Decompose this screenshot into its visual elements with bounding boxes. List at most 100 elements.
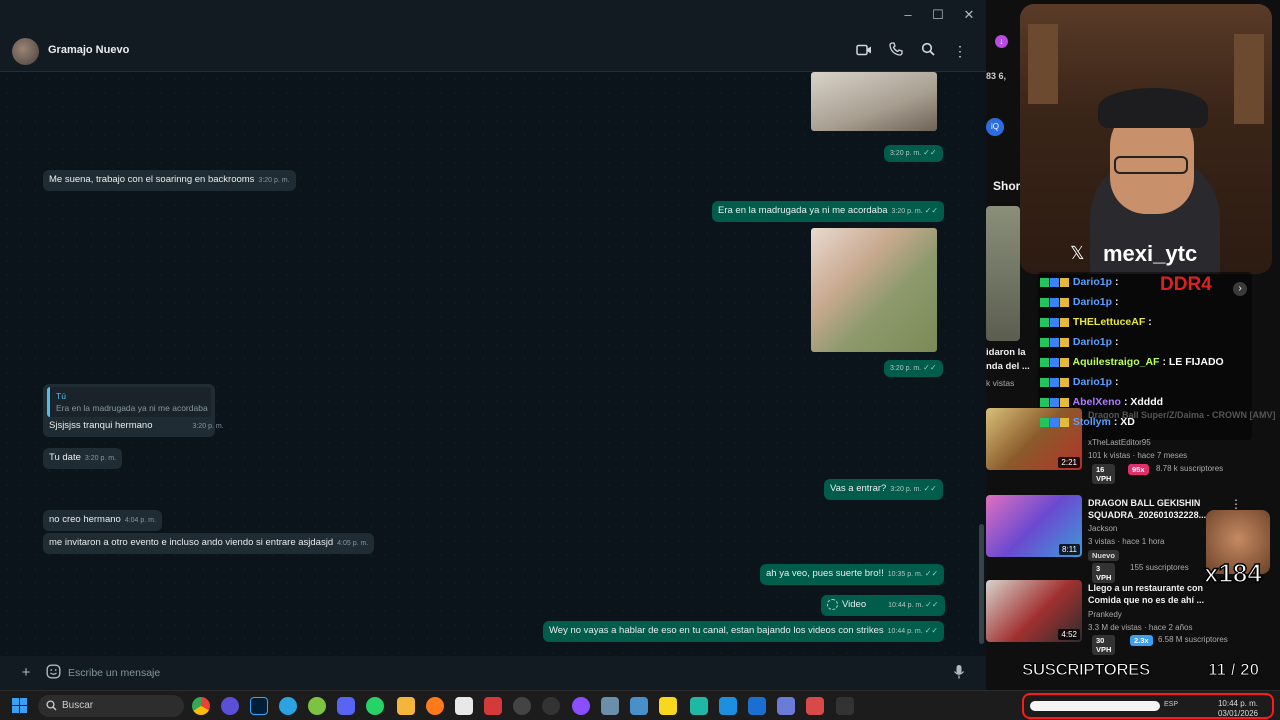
- video-channel[interactable]: Prankedy: [1088, 610, 1122, 619]
- download-icon[interactable]: ↓: [986, 30, 1020, 54]
- stream-chat-line: AbelXeno: Xdddd: [1040, 396, 1163, 408]
- message-list[interactable]: 3:20 p. m. ✓✓ Me suena, trabajo con el so…: [0, 72, 986, 656]
- video-meta: 3.3 M de vistas · hace 2 años: [1088, 623, 1193, 632]
- iq-extension-icon[interactable]: iQ: [986, 118, 1004, 136]
- message-out[interactable]: Vas a entrar? 3:20 p. m. ✓✓: [824, 479, 943, 500]
- message-out[interactable]: Wey no vayas a hablar de eso en tu canal…: [543, 621, 945, 642]
- system-tray[interactable]: ESP 10:44 p. m. 03/01/2026: [1022, 693, 1274, 719]
- short-title[interactable]: idaron la nda del ...: [986, 346, 1030, 374]
- message-in[interactable]: Tu date 3:20 p. m.: [43, 448, 123, 469]
- app-icon[interactable]: [630, 697, 648, 715]
- read-ticks-icon: ✓✓: [923, 148, 937, 157]
- minimize-button[interactable]: –: [900, 7, 916, 23]
- vivaldi-icon[interactable]: [221, 697, 239, 715]
- menu-icon[interactable]: ⋮: [951, 42, 969, 60]
- app-icon[interactable]: [601, 697, 619, 715]
- message-in[interactable]: no creo hermano 4:04 p. m.: [43, 510, 162, 531]
- image-message[interactable]: [811, 228, 937, 352]
- obs-icon[interactable]: [513, 697, 531, 715]
- video-channel[interactable]: xTheLastEditor95: [1088, 438, 1151, 447]
- chat-header: Gramajo Nuevo ⋮: [0, 30, 986, 72]
- telegram-icon[interactable]: [279, 697, 297, 715]
- search-icon[interactable]: [919, 42, 937, 60]
- chrome-icon[interactable]: [192, 697, 210, 715]
- message-in[interactable]: Me suena, trabajo con el soarinng en bac…: [43, 170, 296, 191]
- tray-bar: [1030, 701, 1160, 711]
- title-bar: – ☐ ✕: [0, 0, 986, 30]
- video-title[interactable]: Llego a un restaurante con Comida que no…: [1088, 582, 1212, 606]
- video-message[interactable]: Video 10:44 p. m. ✓✓: [821, 595, 945, 617]
- chat-badges-icon: [1040, 276, 1073, 288]
- discord-icon[interactable]: [337, 697, 355, 715]
- chat-username: Dario1p: [1072, 276, 1113, 288]
- file-explorer-icon[interactable]: [397, 697, 415, 715]
- clock[interactable]: 10:44 p. m. 03/01/2026: [1218, 699, 1258, 719]
- app-icon[interactable]: [806, 697, 824, 715]
- browser-icon[interactable]: [426, 697, 444, 715]
- app-icon[interactable]: [719, 697, 737, 715]
- overlay-ddr4: DDR4: [1160, 274, 1212, 295]
- stream-chat-line: Stollym: XD: [1040, 416, 1135, 428]
- chat-username: AbelXeno: [1072, 396, 1121, 408]
- more-options-icon[interactable]: ⋮: [1230, 497, 1242, 511]
- video-title[interactable]: DRAGON BALL GEKISHIN SQUADRA_20260103222…: [1088, 497, 1208, 521]
- app-icon[interactable]: [690, 697, 708, 715]
- close-button[interactable]: ✕: [961, 7, 977, 23]
- microphone-icon[interactable]: [950, 664, 968, 682]
- webcam-overlay: [1020, 4, 1272, 274]
- video-thumbnail[interactable]: 8:11: [986, 495, 1082, 557]
- message-input[interactable]: [68, 664, 928, 682]
- steam-icon[interactable]: [542, 697, 560, 715]
- photoshop-icon[interactable]: [250, 697, 268, 715]
- chat-badges-icon: [1040, 336, 1073, 348]
- image-message[interactable]: [811, 72, 937, 131]
- whatsapp-icon[interactable]: [366, 697, 384, 715]
- short-thumbnail[interactable]: [986, 206, 1020, 341]
- contact-avatar[interactable]: [12, 38, 39, 65]
- search-icon: [46, 700, 57, 711]
- message-out[interactable]: ah ya veo, pues suerte bro!! 10:35 p. m. ✓…: [760, 564, 945, 585]
- glasses: [1114, 156, 1188, 174]
- voice-call-icon[interactable]: [887, 42, 905, 60]
- multiplier-overlay: x184: [1203, 557, 1262, 589]
- streamer-cap: [1098, 88, 1208, 128]
- taskbar-search[interactable]: Buscar: [38, 695, 184, 717]
- subscribers-label: SUSCRIPTORES: [1022, 660, 1151, 680]
- chat-message: : XD: [1113, 416, 1135, 428]
- capcut-icon[interactable]: [455, 697, 473, 715]
- contact-name[interactable]: Gramajo Nuevo: [48, 44, 129, 56]
- sticky-notes-icon[interactable]: [659, 697, 677, 715]
- reply-message[interactable]: Tú Era en la madrugada ya ni me acordaba…: [43, 384, 224, 437]
- app-icon[interactable]: [484, 697, 502, 715]
- chat-badges-icon: [1040, 416, 1073, 428]
- sticker-icon[interactable]: [44, 664, 62, 682]
- start-button[interactable]: [12, 698, 28, 714]
- maximize-button[interactable]: ☐: [930, 7, 946, 23]
- video-thumbnail[interactable]: 4:52: [986, 580, 1082, 642]
- app-icon[interactable]: [748, 697, 766, 715]
- attach-plus-icon[interactable]: +: [17, 664, 35, 682]
- language-indicator[interactable]: ESP: [1164, 701, 1178, 708]
- chat-username: THELettuceAF: [1072, 316, 1146, 328]
- search-label: Buscar: [62, 700, 94, 711]
- quoted-message[interactable]: Tú Era en la madrugada ya ni me acordaba: [47, 387, 211, 417]
- read-ticks-icon: ✓✓: [924, 626, 939, 635]
- app-icon[interactable]: [777, 697, 795, 715]
- app-icon[interactable]: [572, 697, 590, 715]
- chat-message: : LE FIJADO: [1162, 356, 1224, 368]
- quote-text: Era en la madrugada ya ni me acordaba: [56, 403, 208, 413]
- xbox-icon[interactable]: [308, 697, 326, 715]
- read-ticks-icon: ✓✓: [925, 600, 939, 610]
- video-call-icon[interactable]: [855, 42, 873, 60]
- chevron-right-icon[interactable]: ›: [1233, 282, 1247, 296]
- message-in[interactable]: me invitaron a otro evento e incluso and…: [43, 533, 375, 554]
- app-icon[interactable]: [836, 697, 854, 715]
- chat-message: : Xdddd: [1123, 396, 1164, 408]
- message-out[interactable]: Era en la madrugada ya ni me acordaba 3:2…: [712, 201, 945, 222]
- stream-chat-line: Aquilestraigo_AF: LE FIJADO: [1040, 356, 1224, 368]
- video-meta: 101 k vistas · hace 7 meses: [1088, 451, 1188, 460]
- chat-scrollbar[interactable]: [979, 524, 984, 644]
- vph-badge: 3 VPH: [1092, 563, 1116, 583]
- video-channel[interactable]: Jackson: [1088, 524, 1117, 533]
- chat-username: Dario1p: [1072, 376, 1113, 388]
